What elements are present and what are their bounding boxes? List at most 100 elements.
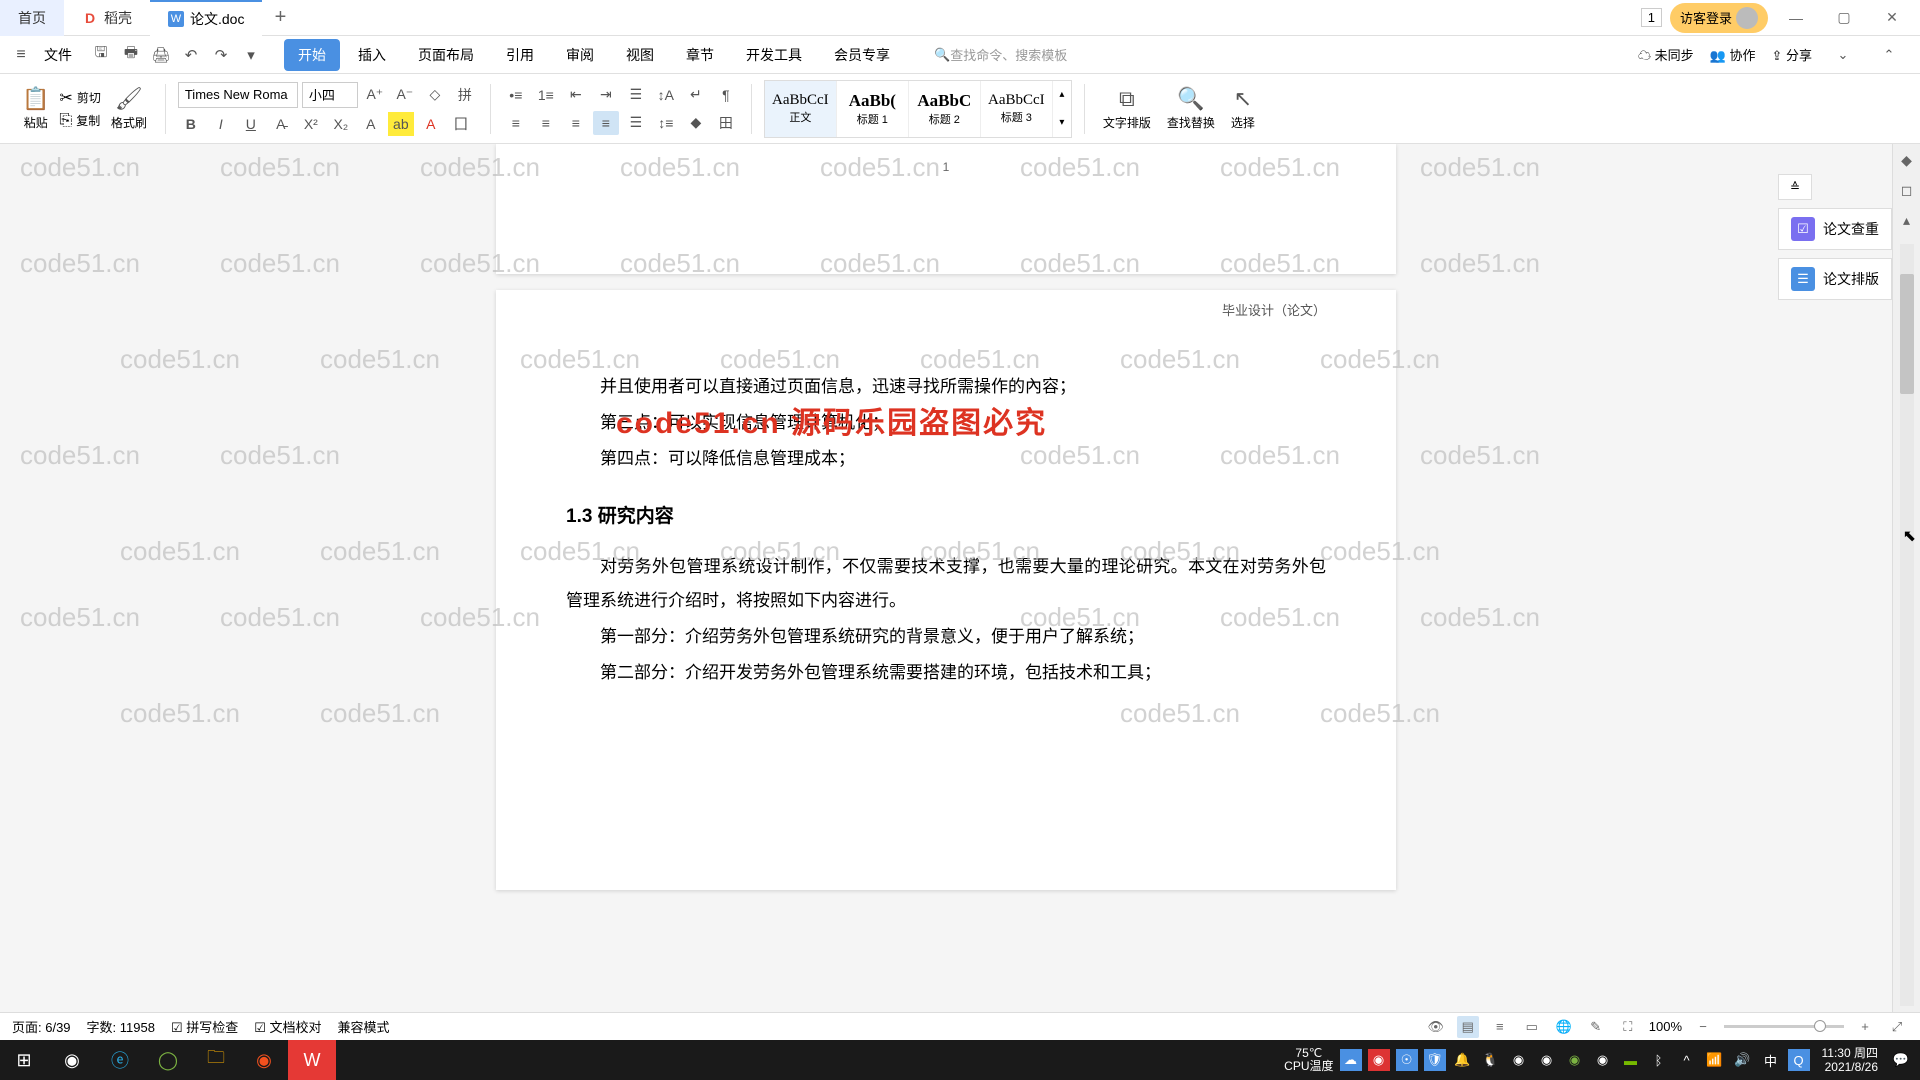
bold-button[interactable]: B [178, 112, 204, 136]
paste-button[interactable]: 📋粘贴 [16, 86, 55, 131]
tray-9-icon[interactable]: ◉ [1592, 1049, 1614, 1071]
taskbar-app-explorer[interactable]: 🗀 [192, 1040, 240, 1080]
bluetooth-icon[interactable]: ᛒ [1648, 1049, 1670, 1071]
align-justify-button[interactable]: ≡ [593, 111, 619, 135]
ribbon-tab-pagelayout[interactable]: 页面布局 [404, 39, 488, 71]
font-color-button[interactable]: A [418, 112, 444, 136]
shapes-icon[interactable]: ◻ [1897, 180, 1917, 200]
tab-docer[interactable]: D 稻壳 [64, 0, 150, 36]
collapse-up-icon[interactable]: ⌃ [1874, 40, 1904, 70]
highlight-button[interactable]: ab [388, 112, 414, 136]
wifi-icon[interactable]: 📶 [1704, 1049, 1726, 1071]
tray-overflow-icon[interactable]: ^ [1676, 1049, 1698, 1071]
ribbon-tab-chapter[interactable]: 章节 [672, 39, 728, 71]
align-right-button[interactable]: ≡ [563, 111, 589, 135]
cut-button[interactable]: ✂ 剪切 [59, 88, 100, 108]
tab-add-button[interactable]: + [262, 0, 298, 36]
line-break-button[interactable]: ↵ [683, 83, 709, 107]
start-button[interactable]: ⊞ [0, 1040, 48, 1080]
phonetic-icon[interactable]: 拼 [452, 83, 478, 107]
fit-icon[interactable]: ⛶ [1617, 1016, 1639, 1038]
tab-document[interactable]: W 论文.doc [150, 0, 262, 36]
ribbon-tab-view[interactable]: 视图 [612, 39, 668, 71]
style-body[interactable]: AaBbCcI正文 [765, 81, 837, 137]
zoom-slider[interactable] [1724, 1025, 1844, 1028]
subscript-button[interactable]: X₂ [328, 112, 354, 136]
underline-button[interactable]: U [238, 112, 264, 136]
scrollbar-thumb[interactable] [1900, 274, 1914, 394]
tray-1-icon[interactable]: ☁ [1340, 1049, 1362, 1071]
zoom-thumb[interactable] [1814, 1020, 1826, 1032]
char-border-button[interactable]: 囗 [448, 112, 474, 136]
reading-view-icon[interactable]: ▭ [1521, 1016, 1543, 1038]
ime-icon[interactable]: 中 [1760, 1049, 1782, 1071]
maximize-button[interactable]: ▢ [1824, 3, 1864, 33]
page-view-icon[interactable]: ▤ [1457, 1016, 1479, 1038]
tray-notifications-icon[interactable]: 🔔 [1452, 1049, 1474, 1071]
command-search[interactable]: 🔍 查找命令、搜索模板 [934, 45, 1067, 64]
notification-badge[interactable]: 1 [1641, 8, 1662, 27]
status-proofread[interactable]: ☑ 文档校对 [254, 1017, 321, 1036]
format-painter-button[interactable]: 🖌格式刷 [105, 86, 153, 131]
tray-3-icon[interactable]: ☉ [1396, 1049, 1418, 1071]
taskbar-app-browser[interactable]: ◯ [144, 1040, 192, 1080]
align-distribute-button[interactable]: ☰ [623, 111, 649, 135]
ribbon-tab-devtools[interactable]: 开发工具 [732, 39, 816, 71]
italic-button[interactable]: I [208, 112, 234, 136]
collab-button[interactable]: 👥 协作 [1710, 45, 1756, 64]
cpu-temp-widget[interactable]: 75℃CPU温度 [1284, 1047, 1333, 1073]
fullscreen-icon[interactable]: ⤢ [1886, 1016, 1908, 1038]
style-heading3[interactable]: AaBbCcI标题 3 [981, 81, 1053, 137]
tray-q-icon[interactable]: Q [1788, 1049, 1810, 1071]
strike-button[interactable]: A̵ [268, 112, 294, 136]
clear-format-icon[interactable]: ◇ [422, 83, 448, 107]
tray-5-icon[interactable]: 🐧 [1480, 1049, 1502, 1071]
text-layout-button[interactable]: ⧉文字排版 [1097, 86, 1157, 131]
tray-nvidia-icon[interactable]: ▬ [1620, 1049, 1642, 1071]
taskbar-app-unknown[interactable]: ◉ [240, 1040, 288, 1080]
file-menu[interactable]: 文件 [36, 45, 80, 65]
indent-dec-button[interactable]: ⇤ [563, 83, 589, 107]
taskbar-app-ie[interactable]: ⓔ [96, 1040, 144, 1080]
tray-8-icon[interactable]: ◉ [1564, 1049, 1586, 1071]
shrink-font-icon[interactable]: A⁻ [392, 83, 418, 107]
toolbox-icon[interactable]: ◆ [1897, 150, 1917, 170]
minimize-button[interactable]: — [1776, 3, 1816, 33]
status-words[interactable]: 字数: 11958 [87, 1017, 155, 1036]
print-direct-icon[interactable]: 🖶 [118, 42, 144, 68]
ribbon-tab-member[interactable]: 会员专享 [820, 39, 904, 71]
volume-icon[interactable]: 🔊 [1732, 1049, 1754, 1071]
paper-format-button[interactable]: ☰ 论文排版 [1778, 258, 1892, 300]
style-gallery-more[interactable]: ▴▾ [1053, 81, 1071, 137]
scrollbar-track[interactable] [1900, 244, 1914, 1006]
tray-7-icon[interactable]: ◉ [1536, 1049, 1558, 1071]
taskbar-app-obs[interactable]: ◉ [48, 1040, 96, 1080]
style-heading2[interactable]: AaBbC标题 2 [909, 81, 981, 137]
sync-status[interactable]: ☁ 未同步 [1638, 45, 1694, 64]
paper-check-button[interactable]: ☑ 论文查重 [1778, 208, 1892, 250]
font-size-input[interactable]: 小四 [302, 82, 358, 108]
close-button[interactable]: ✕ [1872, 3, 1912, 33]
line-spacing-button[interactable]: ↕≡ [653, 111, 679, 135]
print-preview-icon[interactable]: 🖨 [148, 42, 174, 68]
align-center-button[interactable]: ≡ [533, 111, 559, 135]
redo-icon[interactable]: ↷ [208, 42, 234, 68]
ribbon-tab-start[interactable]: 开始 [284, 39, 340, 71]
zoom-out-button[interactable]: − [1692, 1016, 1714, 1038]
sort-button[interactable]: ↕A [653, 83, 679, 107]
style-heading1[interactable]: AaBb(标题 1 [837, 81, 909, 137]
status-page[interactable]: 页面: 6/39 [12, 1017, 71, 1036]
page-current[interactable]: 毕业设计（论文） code51.cn 源码乐园盗图必究 并且使用者可以直接通过页… [496, 290, 1396, 890]
bullets-button[interactable]: •≡ [503, 83, 529, 107]
share-button[interactable]: ⇪ 分享 [1771, 45, 1812, 64]
draw-icon[interactable]: ✎ [1585, 1016, 1607, 1038]
style-gallery[interactable]: AaBbCcI正文 AaBb(标题 1 AaBbC标题 2 AaBbCcI标题 … [764, 80, 1072, 138]
grow-font-icon[interactable]: A⁺ [362, 83, 388, 107]
text-effects-button[interactable]: A [358, 112, 384, 136]
tab-home[interactable]: 首页 [0, 0, 64, 36]
zoom-value[interactable]: 100% [1649, 1019, 1682, 1034]
tray-4-icon[interactable]: 🛡 [1424, 1049, 1446, 1071]
copy-button[interactable]: ⎘ 复制 [59, 112, 100, 130]
borders-button[interactable]: 田 [713, 111, 739, 135]
ribbon-tab-insert[interactable]: 插入 [344, 39, 400, 71]
